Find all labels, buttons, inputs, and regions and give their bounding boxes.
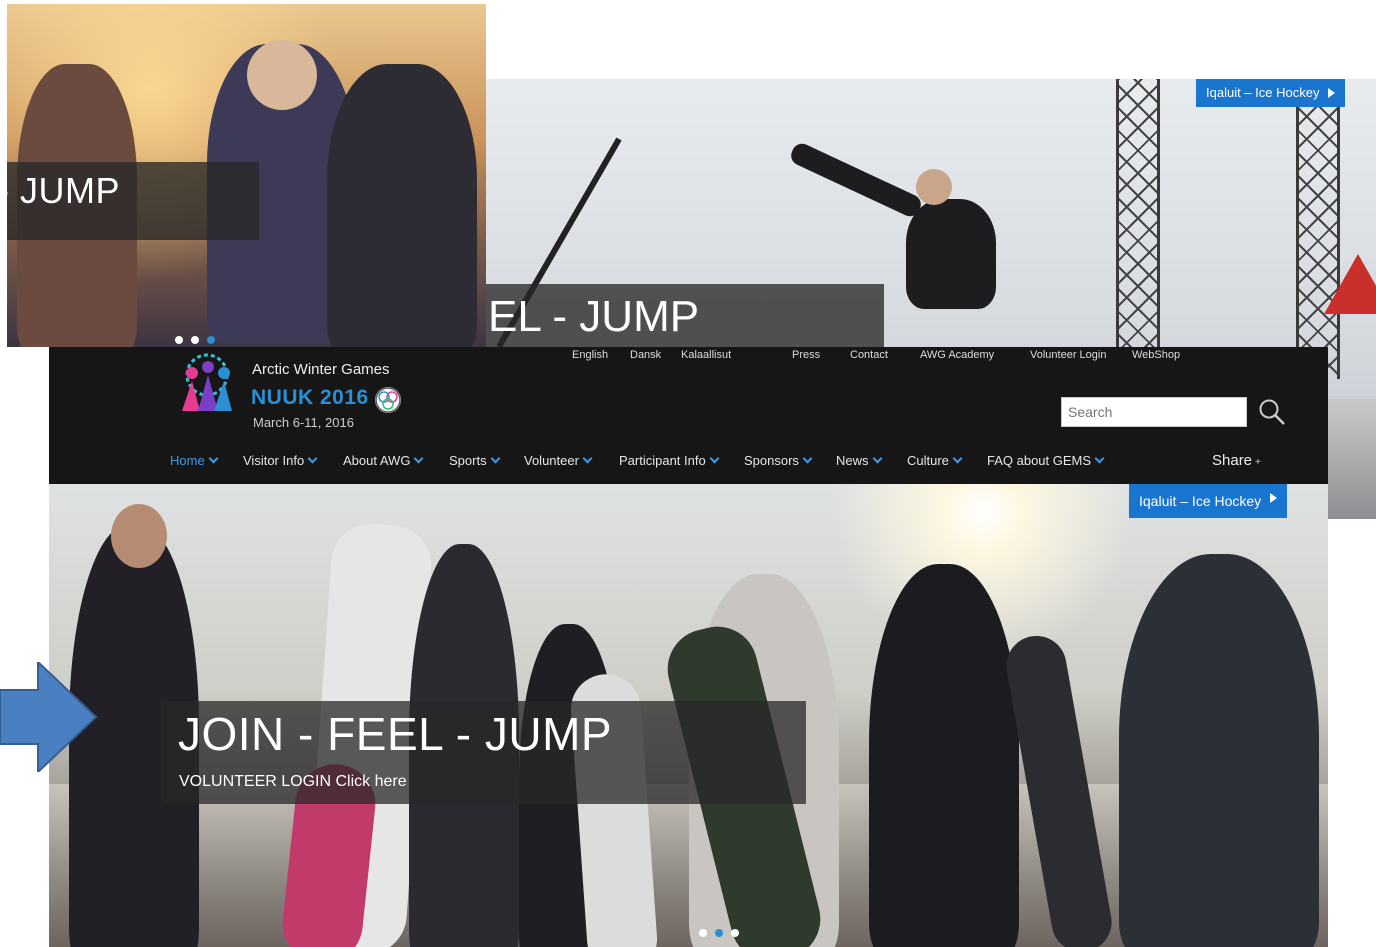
link-contact[interactable]: Contact [850, 349, 888, 361]
power-tower [1116, 79, 1160, 379]
background-slide-1: - JUMP [7, 4, 486, 347]
main-nav: Home Visitor Info About AWG Sports Volun… [49, 450, 1328, 474]
link-webshop[interactable]: WebShop [1132, 349, 1180, 361]
chevron-down-icon [872, 453, 882, 464]
chevron-down-icon [1094, 453, 1105, 464]
website-page: Arctic Winter Games NUUK 2016 March 6-11… [49, 347, 1328, 947]
chevron-down-icon [952, 453, 963, 464]
nav-news[interactable]: News [836, 453, 882, 468]
lang-kalaallisut[interactable]: Kalaallisut [681, 349, 731, 361]
play-arrow-icon [1270, 493, 1278, 503]
person-silhouette [327, 64, 477, 347]
nav-faq-gems[interactable]: FAQ about GEMS [987, 453, 1105, 468]
slide-dot[interactable] [731, 929, 739, 937]
news-ticker-tag[interactable]: Iqaluit – Ice Hockey [1129, 484, 1288, 518]
nav-volunteer[interactable]: Volunteer [524, 453, 593, 468]
chevron-down-icon [490, 453, 501, 464]
face [111, 504, 167, 568]
hero-slider: Iqaluit – Ice Hockey JOIN - FEEL - JUMP … [49, 484, 1328, 947]
slide-dots [175, 331, 223, 347]
site-header: Arctic Winter Games NUUK 2016 March 6-11… [49, 347, 1328, 484]
face [247, 40, 317, 110]
chevron-down-icon [307, 453, 318, 464]
search-icon[interactable] [1257, 397, 1287, 427]
lang-english[interactable]: English [572, 349, 608, 361]
annotation-arrow-icon [0, 662, 98, 772]
search-input[interactable] [1061, 397, 1247, 427]
lang-dansk[interactable]: Dansk [630, 349, 661, 361]
nav-home[interactable]: Home [170, 453, 219, 468]
power-tower [1296, 79, 1340, 379]
nav-sports[interactable]: Sports [449, 453, 501, 468]
volunteer-login-link[interactable]: VOLUNTEER LOGIN Click here [179, 773, 407, 791]
chevron-down-icon [413, 453, 424, 464]
person-silhouette [1119, 554, 1319, 947]
nav-about-awg[interactable]: About AWG [343, 453, 424, 468]
site-logo[interactable]: Arctic Winter Games NUUK 2016 March 6-11… [172, 351, 417, 431]
nav-visitor-info[interactable]: Visitor Info [243, 453, 318, 468]
plus-icon: + [1255, 457, 1261, 468]
person-silhouette [869, 564, 1019, 947]
slide-dot[interactable] [699, 929, 707, 937]
chevron-down-icon [709, 453, 720, 464]
nav-culture[interactable]: Culture [907, 453, 963, 468]
slide-dot-active[interactable] [715, 929, 723, 937]
warning-sign [1324, 254, 1376, 314]
event-dates: March 6-11, 2016 [253, 415, 354, 430]
play-arrow-icon [1328, 88, 1336, 98]
nav-sponsors[interactable]: Sponsors [744, 453, 813, 468]
hero-headline: JOIN - FEEL - JUMP [178, 708, 613, 760]
rings-icon [375, 387, 401, 413]
chevron-down-icon [208, 453, 219, 464]
link-press[interactable]: Press [792, 349, 820, 361]
link-awg-academy[interactable]: AWG Academy [920, 349, 994, 361]
share-button[interactable]: Share + [1212, 452, 1261, 469]
chevron-down-icon [582, 453, 593, 464]
logo-event: NUUK 2016 [251, 386, 369, 409]
slide-caption: - JUMP [7, 162, 259, 240]
nav-participant-info[interactable]: Participant Info [619, 453, 720, 468]
slide-dots[interactable] [699, 924, 747, 942]
news-ticker-tag[interactable]: Iqaluit – Ice Hockey [1196, 79, 1346, 107]
awg-logo-icon [182, 353, 232, 411]
chevron-down-icon [802, 453, 813, 464]
logo-title: Arctic Winter Games [252, 361, 390, 378]
link-volunteer-login[interactable]: Volunteer Login [1030, 349, 1106, 361]
hero-caption[interactable]: JOIN - FEEL - JUMP VOLUNTEER LOGIN Click… [161, 701, 806, 804]
